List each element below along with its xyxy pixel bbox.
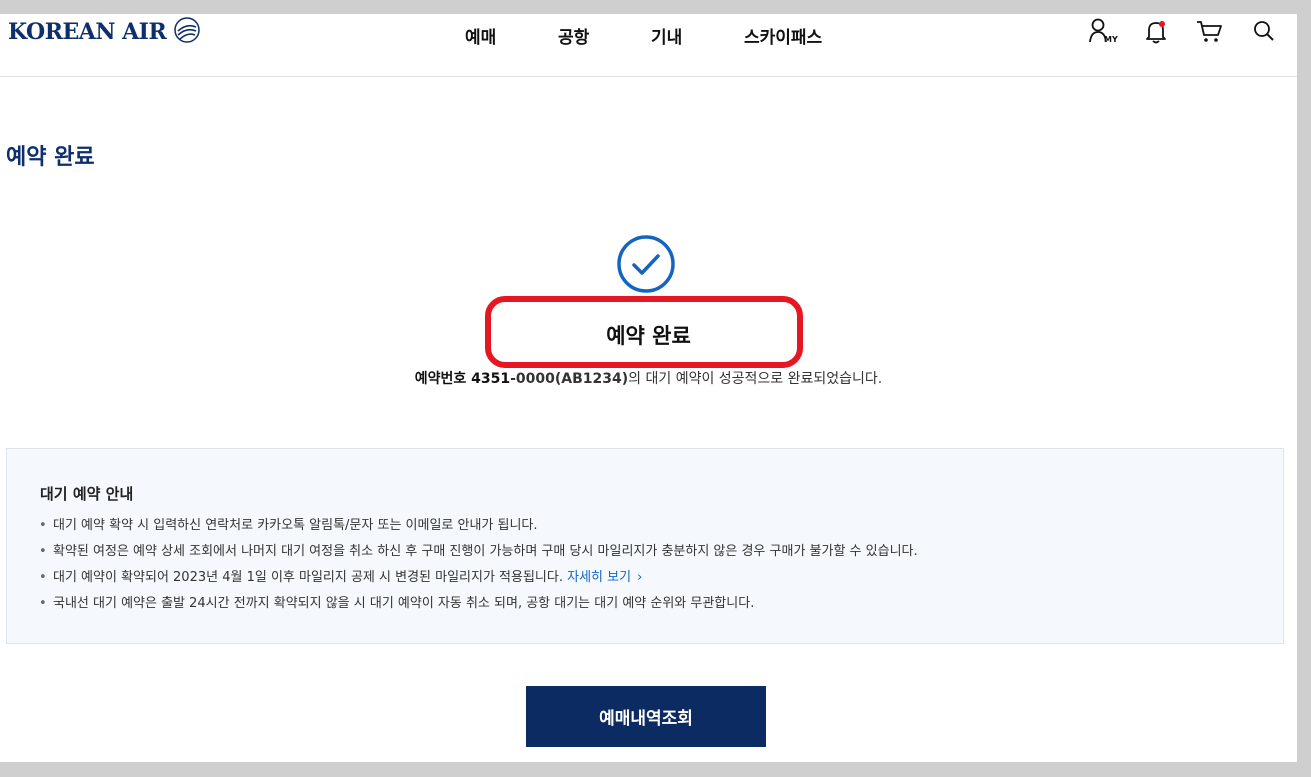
notice-title: 대기 예약 안내 [40,485,134,503]
nav-item-booking[interactable]: 예매 [465,23,496,48]
search-icon[interactable] [1251,18,1281,46]
notice-item: 대기 예약이 확약되어 2023년 4월 1일 이후 마일리지 공제 시 변경된… [37,568,918,594]
notification-badge [1159,21,1165,27]
page-title: 예약 완료 [6,145,95,170]
check-circle-icon [616,234,676,294]
notice-item: 확약된 여정은 예약 상세 조회에서 나머지 대기 여정을 취소 하신 후 구매… [37,542,918,568]
nav-item-inflight[interactable]: 기내 [651,23,682,48]
site-header: KOREAN AIR 예매 공항 기내 스카이패스 MY [0,14,1297,77]
notice-box: 대기 예약 안내 대기 예약 확약 시 입력하신 연락처로 카카오톡 알림톡/문… [6,448,1284,644]
bell-icon[interactable] [1142,18,1172,46]
notice-list: 대기 예약 확약 시 입력하신 연락처로 카카오톡 알림톡/문자 또는 이메일로… [37,516,918,620]
page: KOREAN AIR 예매 공항 기내 스카이패스 MY 예약 완료 예약 완료… [0,14,1297,762]
chevron-right-icon: › [637,570,643,585]
message-suffix: 의 대기 예약이 성공적으로 완료되었습니다. [628,371,883,387]
cart-icon[interactable] [1195,18,1225,46]
more-details-link[interactable]: 자세히 보기 › [567,570,642,585]
booking-number: 예약번호 4351 [414,371,511,387]
scrollbar[interactable] [1297,14,1311,762]
my-account-icon[interactable]: MY [1088,18,1118,46]
completion-title: 예약 완료 [606,324,691,348]
booking-number-hidden: -0000(AB1234) [510,371,629,387]
completion-message: 예약번호 4351-0000(AB1234)의 대기 예약이 성공적으로 완료되… [0,368,1297,388]
nav-item-airport[interactable]: 공항 [558,23,589,48]
nav-item-skypass[interactable]: 스카이패스 [744,23,822,48]
notice-item: 대기 예약 확약 시 입력하신 연락처로 카카오톡 알림톡/문자 또는 이메일로… [37,516,918,542]
my-label: MY [1104,35,1118,44]
notice-item: 국내선 대기 예약은 출발 24시간 전까지 확약되지 않을 시 대기 예약이 … [37,594,918,620]
view-reservations-button[interactable]: 예매내역조회 [526,686,766,747]
